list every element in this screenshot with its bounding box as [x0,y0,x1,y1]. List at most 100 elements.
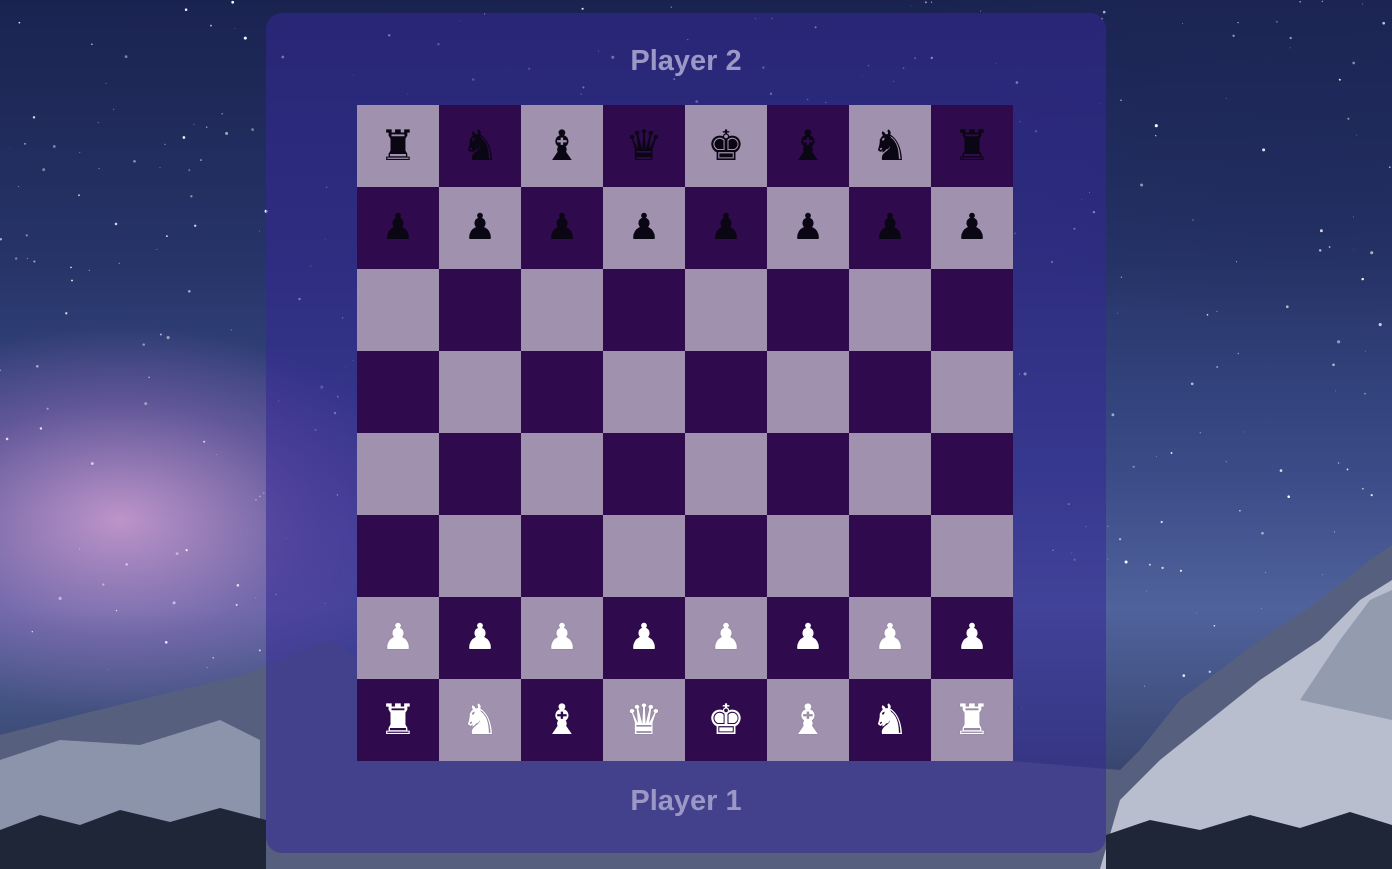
black-pawn-icon[interactable]: ♟ [546,210,578,246]
white-pawn-icon[interactable]: ♟ [628,620,660,656]
square-f5[interactable] [767,351,849,433]
square-c3[interactable] [521,515,603,597]
square-d4[interactable] [603,433,685,515]
square-h6[interactable] [931,269,1013,351]
square-a4[interactable] [357,433,439,515]
black-bishop-icon[interactable]: ♝ [543,125,581,167]
square-h4[interactable] [931,433,1013,515]
white-pawn-icon[interactable]: ♟ [792,620,824,656]
square-c4[interactable] [521,433,603,515]
square-d2[interactable]: ♟ [603,597,685,679]
square-a6[interactable] [357,269,439,351]
square-f2[interactable]: ♟ [767,597,849,679]
black-pawn-icon[interactable]: ♟ [628,210,660,246]
white-knight-icon[interactable]: ♞ [461,699,499,741]
square-b7[interactable]: ♟ [439,187,521,269]
square-e6[interactable] [685,269,767,351]
black-pawn-icon[interactable]: ♟ [710,210,742,246]
square-c2[interactable]: ♟ [521,597,603,679]
white-king-icon[interactable]: ♚ [707,699,745,741]
chess-board: ♜ ♞ ♝ ♛ ♚ ♝ ♞ ♜ ♟ ♟ ♟ ♟ ♟ ♟ ♟ ♟ ♟ ♟ ♟ ♟ ♟ ♟ ♟ ♟ ♜ ♞ ♝ ♛ ♚ ♝ ♞ ♜ [357,105,1013,761]
square-g5[interactable] [849,351,931,433]
square-d8[interactable]: ♛ [603,105,685,187]
white-rook-icon[interactable]: ♜ [379,699,417,741]
white-pawn-icon[interactable]: ♟ [464,620,496,656]
square-a5[interactable] [357,351,439,433]
square-a3[interactable] [357,515,439,597]
square-c7[interactable]: ♟ [521,187,603,269]
white-bishop-icon[interactable]: ♝ [789,699,827,741]
white-pawn-icon[interactable]: ♟ [710,620,742,656]
square-d3[interactable] [603,515,685,597]
square-d6[interactable] [603,269,685,351]
square-f4[interactable] [767,433,849,515]
black-rook-icon[interactable]: ♜ [379,125,417,167]
square-f3[interactable] [767,515,849,597]
square-h3[interactable] [931,515,1013,597]
square-g4[interactable] [849,433,931,515]
square-a7[interactable]: ♟ [357,187,439,269]
square-e8[interactable]: ♚ [685,105,767,187]
white-pawn-icon[interactable]: ♟ [382,620,414,656]
square-g6[interactable] [849,269,931,351]
white-rook-icon[interactable]: ♜ [953,699,991,741]
square-a2[interactable]: ♟ [357,597,439,679]
square-d5[interactable] [603,351,685,433]
square-d7[interactable]: ♟ [603,187,685,269]
black-bishop-icon[interactable]: ♝ [789,125,827,167]
square-c1[interactable]: ♝ [521,679,603,761]
white-pawn-icon[interactable]: ♟ [874,620,906,656]
square-b3[interactable] [439,515,521,597]
square-e7[interactable]: ♟ [685,187,767,269]
square-b5[interactable] [439,351,521,433]
square-b6[interactable] [439,269,521,351]
square-h1[interactable]: ♜ [931,679,1013,761]
black-pawn-icon[interactable]: ♟ [382,210,414,246]
square-g2[interactable]: ♟ [849,597,931,679]
square-d1[interactable]: ♛ [603,679,685,761]
white-pawn-icon[interactable]: ♟ [956,620,988,656]
square-b1[interactable]: ♞ [439,679,521,761]
square-a1[interactable]: ♜ [357,679,439,761]
square-g1[interactable]: ♞ [849,679,931,761]
square-h5[interactable] [931,351,1013,433]
square-b8[interactable]: ♞ [439,105,521,187]
square-e4[interactable] [685,433,767,515]
black-pawn-icon[interactable]: ♟ [792,210,824,246]
square-a8[interactable]: ♜ [357,105,439,187]
square-h8[interactable]: ♜ [931,105,1013,187]
square-f8[interactable]: ♝ [767,105,849,187]
square-g7[interactable]: ♟ [849,187,931,269]
game-panel: Player 2 ♜ ♞ ♝ ♛ ♚ ♝ ♞ ♜ ♟ ♟ ♟ ♟ ♟ ♟ ♟ ♟ ♟ ♟ ♟ ♟ ♟ ♟ ♟ ♟ ♜ ♞ ♝ ♛ ♚ ♝ ♞… [266,13,1106,853]
white-queen-icon[interactable]: ♛ [625,699,663,741]
square-e3[interactable] [685,515,767,597]
white-pawn-icon[interactable]: ♟ [546,620,578,656]
square-c5[interactable] [521,351,603,433]
square-f7[interactable]: ♟ [767,187,849,269]
square-h7[interactable]: ♟ [931,187,1013,269]
square-b4[interactable] [439,433,521,515]
black-pawn-icon[interactable]: ♟ [464,210,496,246]
square-h2[interactable]: ♟ [931,597,1013,679]
black-knight-icon[interactable]: ♞ [461,125,499,167]
square-f1[interactable]: ♝ [767,679,849,761]
square-e2[interactable]: ♟ [685,597,767,679]
square-g8[interactable]: ♞ [849,105,931,187]
black-pawn-icon[interactable]: ♟ [874,210,906,246]
square-e1[interactable]: ♚ [685,679,767,761]
black-queen-icon[interactable]: ♛ [625,125,663,167]
square-b2[interactable]: ♟ [439,597,521,679]
square-c8[interactable]: ♝ [521,105,603,187]
square-g3[interactable] [849,515,931,597]
square-e5[interactable] [685,351,767,433]
black-king-icon[interactable]: ♚ [707,125,745,167]
square-f6[interactable] [767,269,849,351]
white-bishop-icon[interactable]: ♝ [543,699,581,741]
player-2-label: Player 2 [630,45,742,77]
black-rook-icon[interactable]: ♜ [953,125,991,167]
square-c6[interactable] [521,269,603,351]
black-knight-icon[interactable]: ♞ [871,125,909,167]
player-1-label: Player 1 [630,785,742,817]
black-pawn-icon[interactable]: ♟ [956,210,988,246]
white-knight-icon[interactable]: ♞ [871,699,909,741]
